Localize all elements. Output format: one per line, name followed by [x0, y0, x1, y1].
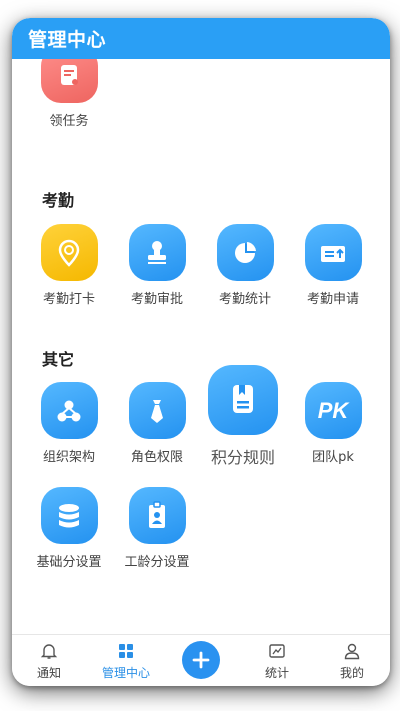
tab-management-center[interactable]: 管理中心: [91, 641, 161, 681]
grid-icon: [91, 641, 161, 661]
bell-icon: [14, 641, 84, 661]
tab-notifications[interactable]: 通知: [14, 641, 84, 681]
attendance-apply-label: 考勤申请: [306, 292, 359, 307]
org-structure-label: 组织架构: [42, 450, 95, 465]
badge-icon: [128, 487, 186, 544]
org-structure-icon: [40, 382, 98, 439]
tab-profile-label: 我的: [339, 666, 364, 680]
apply-upload-icon: [304, 224, 362, 281]
attendance-stats-button[interactable]: 考勤统计: [205, 224, 285, 307]
attendance-section-title: 考勤: [42, 191, 75, 210]
tie-icon: [128, 382, 186, 439]
tab-notifications-label: 通知: [36, 666, 61, 680]
points-rules-button[interactable]: 积分规则: [198, 365, 288, 468]
chart-icon: [242, 641, 312, 661]
tab-statistics-label: 统计: [264, 666, 289, 680]
seniority-points-settings-button[interactable]: 工龄分设置: [117, 487, 197, 570]
bottom-tab-bar: 通知 管理中心 统计 我的: [12, 634, 390, 686]
task-clipboard-icon: [40, 59, 98, 103]
tab-statistics[interactable]: 统计: [242, 641, 312, 681]
phone-screen: 管理中心 领任务 考勤 考勤打卡 考勤审批 考勤统计 考勤申请 其它 组织架构 …: [12, 18, 390, 686]
points-rules-label: 积分规则: [210, 448, 275, 467]
base-points-settings-label: 基础分设置: [36, 555, 102, 570]
location-pin-icon: [40, 224, 98, 281]
attendance-approval-label: 考勤审批: [130, 292, 183, 307]
attendance-checkin-button[interactable]: 考勤打卡: [29, 224, 109, 307]
attendance-checkin-label: 考勤打卡: [42, 292, 95, 307]
stamp-icon: [128, 224, 186, 281]
pie-chart-icon: [216, 224, 274, 281]
role-permission-button[interactable]: 角色权限: [117, 382, 197, 465]
pk-icon: PK: [304, 382, 362, 439]
claim-task-label: 领任务: [49, 114, 89, 129]
add-button[interactable]: [182, 641, 220, 679]
seniority-points-settings-label: 工龄分设置: [124, 555, 190, 570]
plus-icon: [192, 651, 210, 669]
org-structure-button[interactable]: 组织架构: [29, 382, 109, 465]
page-title: 管理中心: [28, 29, 107, 51]
role-permission-label: 角色权限: [130, 450, 183, 465]
attendance-approval-button[interactable]: 考勤审批: [117, 224, 197, 307]
user-icon: [317, 641, 387, 661]
attendance-stats-label: 考勤统计: [218, 292, 271, 307]
attendance-apply-button[interactable]: 考勤申请: [293, 224, 373, 307]
team-pk-label: 团队pk: [312, 450, 354, 465]
tab-profile[interactable]: 我的: [317, 641, 387, 681]
other-section-title: 其它: [42, 350, 75, 369]
rules-document-icon: [208, 365, 278, 435]
app-header: 管理中心: [12, 18, 390, 59]
database-icon: [40, 487, 98, 544]
main-content[interactable]: 领任务 考勤 考勤打卡 考勤审批 考勤统计 考勤申请 其它 组织架构 角色权限 …: [12, 59, 390, 634]
tab-management-center-label: 管理中心: [101, 666, 150, 680]
base-points-settings-button[interactable]: 基础分设置: [29, 487, 109, 570]
pk-icon-text: PK: [317, 397, 349, 423]
claim-task-button[interactable]: 领任务: [29, 59, 109, 129]
team-pk-button[interactable]: PK 团队pk: [293, 382, 373, 465]
